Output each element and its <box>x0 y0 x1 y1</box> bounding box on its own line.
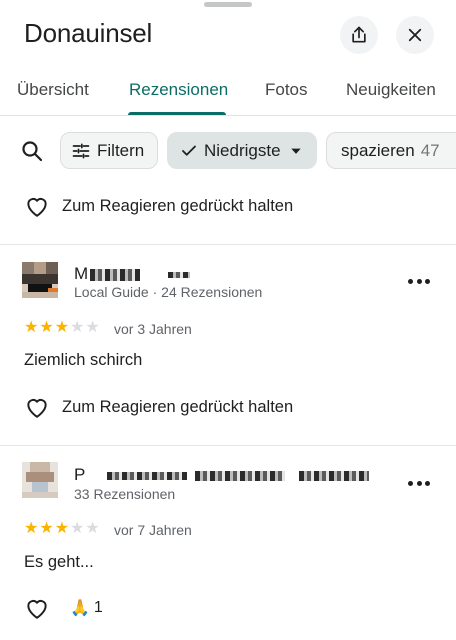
avatar[interactable] <box>22 462 58 498</box>
page-title: Donauinsel <box>24 18 153 48</box>
tab-overview[interactable]: Übersicht <box>17 80 89 100</box>
divider <box>0 244 456 245</box>
sort-chip-label: Niedrigste <box>204 140 281 160</box>
active-tab-indicator <box>128 112 226 115</box>
star-icon: ★ <box>54 319 70 336</box>
reviewer-name[interactable]: M <box>74 264 191 284</box>
check-icon <box>182 145 196 156</box>
filter-row: Filtern Niedrigste spazieren 47 <box>0 132 456 170</box>
tab-reviews[interactable]: Rezensionen <box>129 80 228 100</box>
filter-chip[interactable]: Filtern <box>60 132 158 169</box>
close-button[interactable] <box>396 16 434 54</box>
heart-icon <box>27 399 47 418</box>
pray-icon: 🙏 <box>70 600 90 617</box>
divider <box>0 445 456 446</box>
star-icon: ★ <box>85 520 100 537</box>
reviewer-meta: Local Guide · 24 Rezensionen <box>74 284 263 300</box>
reviewer-name[interactable]: P <box>74 465 370 485</box>
caret-down-icon <box>290 148 301 154</box>
star-rating: ★ ★ ★ ★ ★ <box>24 521 101 537</box>
star-icon: ★ <box>39 520 54 537</box>
star-icon: ★ <box>54 520 70 537</box>
heart-icon <box>27 198 47 217</box>
sheet-grabber[interactable] <box>204 2 252 7</box>
heart-icon[interactable] <box>24 596 50 620</box>
redacted-name-mask <box>90 268 141 281</box>
close-icon <box>408 28 422 42</box>
react-label: Zum Reagieren gedrückt halten <box>62 397 294 416</box>
share-button[interactable] <box>340 16 378 54</box>
review-date: vor 3 Jahren <box>114 321 192 337</box>
star-icon: ★ <box>85 319 100 336</box>
more-icon[interactable] <box>408 276 430 286</box>
redacted-name-mask <box>195 470 286 481</box>
topic-chip[interactable]: spazieren 47 <box>326 132 456 169</box>
reaction-chip[interactable]: 🙏 1 <box>70 598 103 618</box>
search-icon[interactable] <box>20 139 44 163</box>
redacted-name-mask <box>168 271 191 278</box>
sort-chip[interactable]: Niedrigste <box>167 132 317 169</box>
react-button[interactable]: Zum Reagieren gedrückt halten <box>24 194 293 218</box>
react-label: Zum Reagieren gedrückt halten <box>62 196 294 215</box>
star-icon: ★ <box>39 319 54 336</box>
tab-photos[interactable]: Fotos <box>265 80 308 100</box>
filter-sliders-icon <box>72 143 90 158</box>
star-icon: ★ <box>24 520 39 537</box>
topic-chip-count: 47 <box>420 140 440 160</box>
star-icon: ★ <box>24 319 39 336</box>
review-text: Es geht... <box>24 553 94 571</box>
reviewer-meta: 33 Rezensionen <box>74 486 176 502</box>
review-date: vor 7 Jahren <box>114 522 192 538</box>
reviewer-name-text: P <box>74 465 86 484</box>
react-button[interactable]: Zum Reagieren gedrückt halten <box>24 395 293 419</box>
filter-chip-label: Filtern <box>97 140 145 160</box>
redacted-name-mask <box>107 471 188 480</box>
redacted-name-mask <box>299 470 370 481</box>
star-icon: ★ <box>70 319 85 336</box>
more-icon[interactable] <box>408 478 430 488</box>
reaction-count: 1 <box>93 599 103 616</box>
tab-news[interactable]: Neuigkeiten <box>346 80 436 100</box>
review-text: Ziemlich schirch <box>24 351 143 369</box>
reviewer-name-text: M <box>74 264 89 283</box>
topic-chip-label: spazieren <box>341 140 415 160</box>
share-icon <box>352 26 366 43</box>
avatar[interactable] <box>22 262 58 298</box>
tab-bar: Übersicht Rezensionen Fotos Neuigkeiten <box>0 66 456 116</box>
star-icon: ★ <box>70 520 85 537</box>
star-rating: ★ ★ ★ ★ ★ <box>24 320 101 336</box>
